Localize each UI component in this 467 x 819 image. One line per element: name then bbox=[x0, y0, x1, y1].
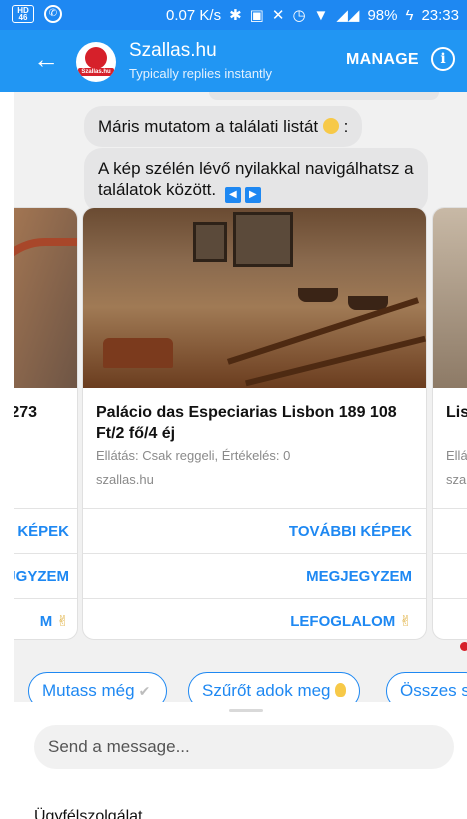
contact-name[interactable]: Szallas.hu bbox=[129, 40, 217, 62]
card-description: Ellátás: Csak reggeli, Értékelés: 0 bbox=[96, 448, 291, 463]
ceiling-lamp-icon bbox=[298, 288, 338, 302]
conversation-header: ← Szallas.hu Szallas.hu Typically replie… bbox=[0, 30, 467, 92]
persistent-menu-item[interactable]: Ügyfélszolgálat bbox=[34, 808, 143, 819]
save-button[interactable]: JGYZEM bbox=[14, 553, 77, 598]
chat-area[interactable]: Máris mutatom a találati listát : A kép … bbox=[14, 92, 467, 702]
book-label: LEFOGLALOM bbox=[290, 613, 396, 630]
light-bulb-icon bbox=[334, 683, 346, 697]
card-description: Ellát bbox=[446, 448, 467, 463]
result-card-next[interactable]: Lisb Lisb Ellát szal bbox=[432, 207, 467, 640]
alarm-icon: ◷ bbox=[292, 7, 306, 24]
wall-painting-icon bbox=[193, 222, 227, 262]
fingers-crossed-emoji-icon: ✌ bbox=[399, 613, 412, 630]
logo-disc-icon bbox=[85, 47, 107, 69]
signal-icon: ◢◢ bbox=[336, 7, 360, 24]
hd-voice-icon: HD 46 bbox=[12, 5, 34, 23]
result-card[interactable]: Palácio das Especiarias Lisbon 189 108 F… bbox=[82, 207, 427, 640]
fingers-crossed-emoji-icon: ✌ bbox=[56, 613, 69, 630]
back-arrow-icon[interactable]: ← bbox=[33, 46, 59, 72]
manage-button[interactable]: MANAGE bbox=[346, 51, 419, 69]
quick-reply-all[interactable]: Összes s bbox=[386, 672, 467, 702]
smile-emoji-icon bbox=[322, 118, 339, 134]
composer: Ügyfélszolgálat bbox=[14, 702, 467, 819]
nfc-icon: ▣ bbox=[249, 7, 264, 24]
checkmark-icon: ✔ bbox=[138, 683, 151, 699]
wifi-icon: ▼ bbox=[313, 6, 329, 24]
quick-reply-filter[interactable]: Szűrőt adok meg bbox=[188, 672, 360, 702]
sofa-icon bbox=[103, 338, 173, 368]
battery-level: 98% bbox=[367, 6, 398, 24]
arrow-left-emoji-icon: ◀ bbox=[224, 187, 241, 203]
quick-reply-show-more[interactable]: Mutass még ✔ bbox=[28, 672, 167, 702]
card-action-divider[interactable] bbox=[433, 553, 467, 598]
result-card-previous[interactable]: 5 273 KÉPEK JGYZEM M ✌ bbox=[14, 207, 78, 640]
logo-text: Szallas.hu bbox=[78, 68, 114, 76]
message-suffix: : bbox=[338, 117, 349, 136]
save-button[interactable]: MEGJEGYZEM bbox=[83, 553, 426, 598]
book-button[interactable]: M ✌ bbox=[14, 598, 77, 639]
quick-reply-label: Mutass még bbox=[42, 681, 135, 700]
previous-message-bubble bbox=[209, 92, 439, 100]
more-images-button[interactable]: TOVÁBBI KÉPEK bbox=[83, 508, 426, 553]
card-action-divider[interactable] bbox=[433, 508, 467, 553]
more-images-button[interactable]: KÉPEK bbox=[14, 508, 77, 553]
hotel-photo[interactable] bbox=[14, 208, 77, 388]
avatar[interactable]: Szallas.hu bbox=[76, 42, 116, 82]
hotel-photo[interactable] bbox=[83, 208, 426, 388]
message-bubble: A kép szélén lévő nyilakkal navigálhatsz… bbox=[84, 148, 428, 213]
clock: 23:33 bbox=[421, 6, 459, 24]
card-title: Lisb Lisb bbox=[446, 404, 467, 421]
card-site[interactable]: szallas.hu bbox=[96, 472, 154, 487]
message-bubble: Máris mutatom a találati listát : bbox=[84, 106, 363, 147]
book-label: M bbox=[39, 613, 53, 630]
stair-rail-icon bbox=[226, 297, 420, 365]
card-site: szal bbox=[446, 472, 467, 487]
quick-reply-label: Szűrőt adok meg bbox=[202, 681, 331, 700]
card-action-divider[interactable] bbox=[433, 598, 467, 639]
status-bar: HD 46 ✆ 0.07 K/s ✱ ▣ ✕ ◷ ▼ ◢◢ 98% ϟ 23:33 bbox=[0, 0, 467, 30]
wall-painting-icon bbox=[233, 212, 293, 267]
card-title: 5 273 bbox=[14, 404, 38, 421]
hotel-photo[interactable] bbox=[433, 208, 467, 388]
arrow-right-emoji-icon: ▶ bbox=[244, 187, 261, 203]
card-title: Palácio das Especiarias Lisbon 189 108 F… bbox=[96, 404, 397, 442]
quick-reply-label: Összes s bbox=[400, 681, 467, 700]
brick-arch-icon bbox=[14, 238, 77, 388]
whatsapp-icon: ✆ bbox=[44, 5, 62, 23]
charging-icon: ϟ bbox=[405, 6, 414, 24]
message-input[interactable] bbox=[34, 725, 454, 769]
book-button[interactable]: LEFOGLALOM ✌ bbox=[83, 598, 426, 639]
drag-handle[interactable] bbox=[229, 709, 263, 712]
message-text: Máris mutatom a találati listát bbox=[98, 117, 319, 136]
network-speed: 0.07 K/s bbox=[166, 6, 222, 24]
mute-icon: ✕ bbox=[271, 7, 285, 24]
bluetooth-icon: ✱ bbox=[229, 7, 242, 24]
contact-status: Typically replies instantly bbox=[129, 66, 273, 81]
info-icon[interactable]: i bbox=[431, 47, 455, 71]
sender-logo-icon bbox=[460, 642, 467, 651]
